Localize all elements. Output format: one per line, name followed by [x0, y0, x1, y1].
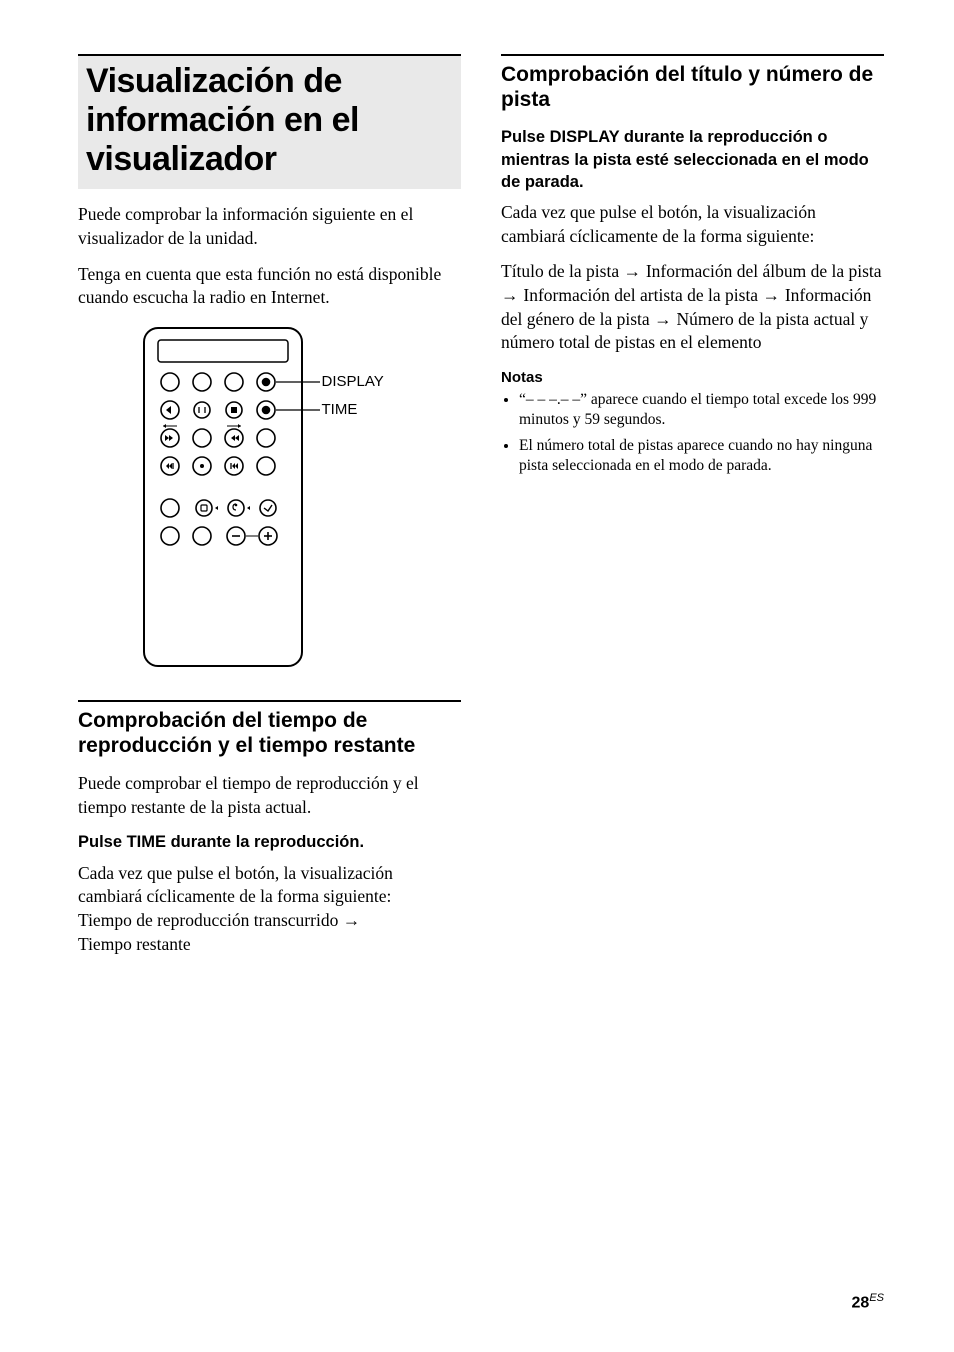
display-instruction: Pulse DISPLAY durante la reproducción o … [501, 126, 884, 193]
display-cycle: Título de la pista → Información del álb… [501, 260, 884, 355]
arrow-icon: → [343, 910, 361, 930]
notes-list: “– – –.– –” aparece cuando el tiempo tot… [501, 390, 884, 477]
page-region: ES [869, 1292, 884, 1304]
main-title: Visualización de información en el visua… [78, 54, 461, 189]
diagram-label-time: TIME [322, 401, 358, 418]
page: Visualización de información en el visua… [0, 0, 954, 1008]
remote-diagram: DISPLAY TIME [78, 322, 461, 672]
time-cycle-a: Tiempo de reproducción transcurrido [78, 910, 338, 930]
cycle-a: Título de la pista [501, 261, 619, 281]
intro-paragraph-1: Puede comprobar la información siguiente… [78, 203, 461, 250]
note-item-1: “– – –.– –” aparece cuando el tiempo tot… [519, 390, 884, 430]
arrow-icon: → [623, 261, 645, 281]
display-paragraph-1: Cada vez que pulse el botón, la visualiz… [501, 201, 884, 248]
left-column: Visualización de información en el visua… [78, 54, 461, 968]
section-rule [501, 54, 884, 56]
time-paragraph-1: Puede comprobar el tiempo de reproducció… [78, 772, 461, 819]
note-item-2: El número total de pistas aparece cuando… [519, 436, 884, 476]
section-rule [78, 700, 461, 702]
page-number: 28ES [852, 1292, 884, 1312]
right-column: Comprobación del título y número de pist… [501, 54, 884, 968]
time-cycle: Cada vez que pulse el botón, la visualiz… [78, 862, 461, 957]
arrow-icon: → [654, 309, 676, 329]
notes-heading: Notas [501, 369, 884, 386]
two-column-layout: Visualización de información en el visua… [78, 54, 884, 968]
arrow-icon: → [762, 285, 784, 305]
cycle-c: Información del artista de la pista [523, 285, 758, 305]
intro-paragraph-2: Tenga en cuenta que esta función no está… [78, 263, 461, 310]
time-cycle-prefix: Cada vez que pulse el botón, la visualiz… [78, 863, 393, 907]
time-cycle-b: Tiempo restante [78, 934, 191, 954]
section-heading-title-track: Comprobación del título y número de pist… [501, 62, 884, 112]
section-heading-time: Comprobación del tiempo de reproducción … [78, 708, 461, 758]
remote-svg: DISPLAY TIME [140, 322, 400, 672]
diagram-label-display: DISPLAY [322, 373, 384, 390]
time-instruction: Pulse TIME durante la reproducción. [78, 831, 461, 853]
arrow-icon: → [501, 285, 523, 305]
cycle-b: Información del álbum de la pista [646, 261, 882, 281]
page-number-value: 28 [852, 1294, 870, 1311]
